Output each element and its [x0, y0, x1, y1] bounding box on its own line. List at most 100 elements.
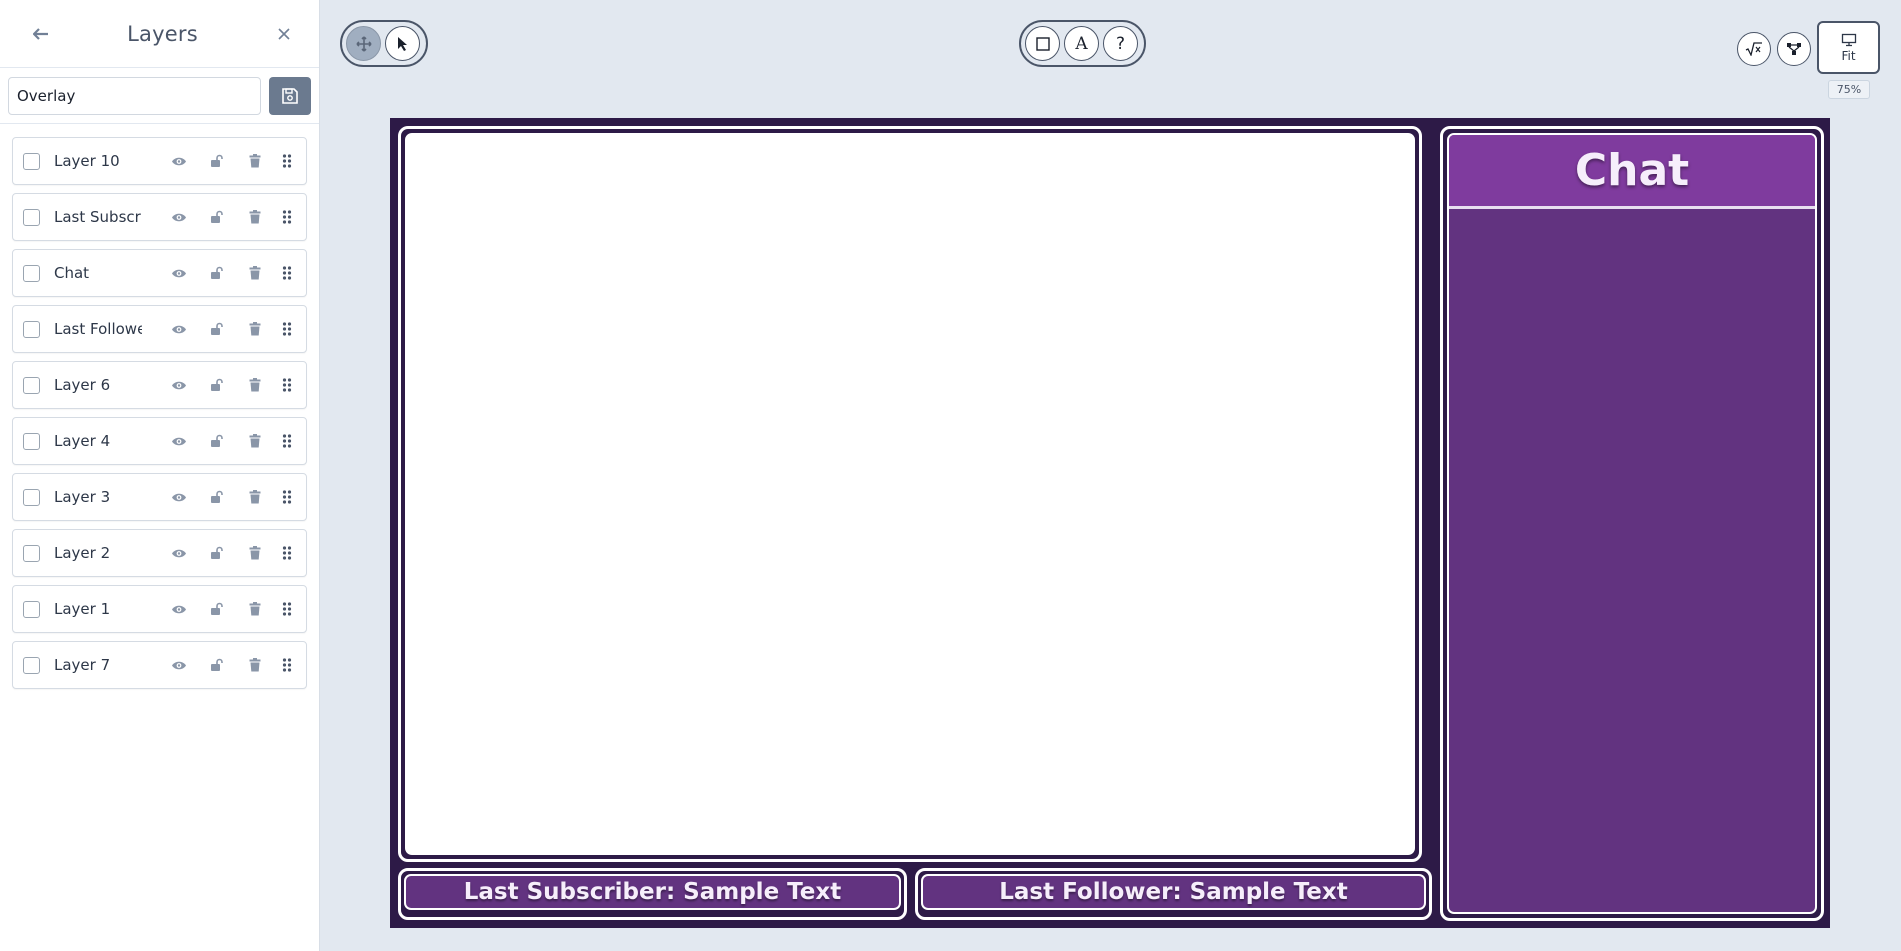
- layer-row[interactable]: Layer 7: [12, 641, 307, 689]
- layer-name[interactable]: Layer 4: [54, 432, 142, 450]
- drag-handle-icon: [282, 154, 292, 168]
- delete-layer-button[interactable]: [244, 262, 266, 284]
- visibility-toggle[interactable]: [168, 318, 190, 340]
- layer-row[interactable]: Layer 3: [12, 473, 307, 521]
- lock-toggle[interactable]: [206, 318, 228, 340]
- delete-layer-button[interactable]: [244, 486, 266, 508]
- drag-handle[interactable]: [276, 206, 298, 228]
- last-subscriber-panel[interactable]: Last Subscriber: Sample Text: [398, 868, 907, 920]
- layer-name[interactable]: Layer 7: [54, 656, 142, 674]
- drag-handle[interactable]: [276, 150, 298, 172]
- close-icon[interactable]: [273, 23, 295, 45]
- lock-toggle[interactable]: [206, 542, 228, 564]
- layer-checkbox[interactable]: [23, 376, 40, 394]
- lock-toggle[interactable]: [206, 374, 228, 396]
- back-arrow-icon[interactable]: [30, 23, 52, 45]
- delete-layer-button[interactable]: [244, 318, 266, 340]
- delete-layer-button[interactable]: [244, 430, 266, 452]
- fit-label: Fit: [1841, 48, 1856, 63]
- main-video-area: [405, 133, 1415, 855]
- layer-name[interactable]: Last Follower: [54, 320, 142, 338]
- trash-icon: [249, 154, 261, 168]
- save-button[interactable]: [269, 76, 311, 115]
- delete-layer-button[interactable]: [244, 598, 266, 620]
- visibility-toggle[interactable]: [168, 654, 190, 676]
- overlay-name-input[interactable]: [8, 76, 262, 115]
- drag-handle[interactable]: [276, 542, 298, 564]
- visibility-toggle[interactable]: [168, 598, 190, 620]
- lock-toggle[interactable]: [206, 486, 228, 508]
- layer-checkbox[interactable]: [23, 488, 40, 506]
- layer-checkbox[interactable]: [23, 656, 40, 674]
- graph-button[interactable]: [1777, 32, 1811, 66]
- eye-icon: [172, 549, 186, 557]
- drag-handle[interactable]: [276, 430, 298, 452]
- layer-row[interactable]: Last Follower: [12, 305, 307, 353]
- visibility-toggle[interactable]: [168, 486, 190, 508]
- delete-layer-button[interactable]: [244, 150, 266, 172]
- lock-toggle[interactable]: [206, 150, 228, 172]
- layer-row[interactable]: Layer 4: [12, 417, 307, 465]
- lock-toggle[interactable]: [206, 654, 228, 676]
- layer-checkbox[interactable]: [23, 152, 40, 170]
- layer-row[interactable]: Last Subscriber: [12, 193, 307, 241]
- layer-name[interactable]: Layer 10: [54, 152, 142, 170]
- eye-icon: [172, 269, 186, 277]
- drag-handle[interactable]: [276, 318, 298, 340]
- rectangle-tool-button[interactable]: [1025, 26, 1060, 61]
- delete-layer-button[interactable]: [244, 654, 266, 676]
- layer-row[interactable]: Chat: [12, 249, 307, 297]
- drag-handle[interactable]: [276, 598, 298, 620]
- layer-name[interactable]: Layer 3: [54, 488, 142, 506]
- visibility-toggle[interactable]: [168, 374, 190, 396]
- fit-button[interactable]: Fit: [1817, 21, 1880, 74]
- visibility-toggle[interactable]: [168, 262, 190, 284]
- layer-row[interactable]: Layer 1: [12, 585, 307, 633]
- delete-layer-button[interactable]: [244, 374, 266, 396]
- layer-name[interactable]: Layer 1: [54, 600, 142, 618]
- lock-toggle[interactable]: [206, 430, 228, 452]
- move-tool-button[interactable]: [346, 26, 381, 61]
- visibility-toggle[interactable]: [168, 206, 190, 228]
- formula-button[interactable]: [1737, 32, 1771, 66]
- visibility-toggle[interactable]: [168, 542, 190, 564]
- drag-handle[interactable]: [276, 486, 298, 508]
- layer-checkbox[interactable]: [23, 600, 40, 618]
- layer-name[interactable]: Last Subscriber: [54, 208, 142, 226]
- drag-handle[interactable]: [276, 374, 298, 396]
- lock-toggle[interactable]: [206, 262, 228, 284]
- help-tool-button[interactable]: ?: [1103, 26, 1138, 61]
- drag-handle[interactable]: [276, 654, 298, 676]
- chat-panel[interactable]: Chat: [1440, 126, 1824, 921]
- visibility-toggle[interactable]: [168, 430, 190, 452]
- layer-name[interactable]: Layer 2: [54, 544, 142, 562]
- drag-handle[interactable]: [276, 262, 298, 284]
- delete-layer-button[interactable]: [244, 206, 266, 228]
- layer-actions: [168, 206, 298, 228]
- lock-toggle[interactable]: [206, 598, 228, 620]
- layer-name[interactable]: Layer 6: [54, 376, 142, 394]
- layer-checkbox[interactable]: [23, 432, 40, 450]
- visibility-toggle[interactable]: [168, 150, 190, 172]
- unlock-icon: [211, 154, 223, 167]
- eye-icon: [172, 325, 186, 333]
- drag-handle-icon: [282, 322, 292, 336]
- layer-checkbox[interactable]: [23, 320, 40, 338]
- main-video-frame[interactable]: [398, 126, 1422, 862]
- unlock-icon: [211, 602, 223, 615]
- text-tool-button[interactable]: A: [1064, 26, 1099, 61]
- chat-panel-body: Chat: [1447, 133, 1817, 914]
- lock-toggle[interactable]: [206, 206, 228, 228]
- select-tool-button[interactable]: [385, 26, 420, 61]
- layer-row[interactable]: Layer 10: [12, 137, 307, 185]
- layer-checkbox[interactable]: [23, 208, 40, 226]
- delete-layer-button[interactable]: [244, 542, 266, 564]
- layer-checkbox[interactable]: [23, 544, 40, 562]
- overlay-canvas[interactable]: Chat Last Subscriber: Sample Text Last F…: [390, 118, 1830, 928]
- layer-checkbox[interactable]: [23, 264, 40, 282]
- last-follower-panel[interactable]: Last Follower: Sample Text: [915, 868, 1432, 920]
- layer-row[interactable]: Layer 6: [12, 361, 307, 409]
- layer-name[interactable]: Chat: [54, 264, 142, 282]
- drag-handle-icon: [282, 378, 292, 392]
- layer-row[interactable]: Layer 2: [12, 529, 307, 577]
